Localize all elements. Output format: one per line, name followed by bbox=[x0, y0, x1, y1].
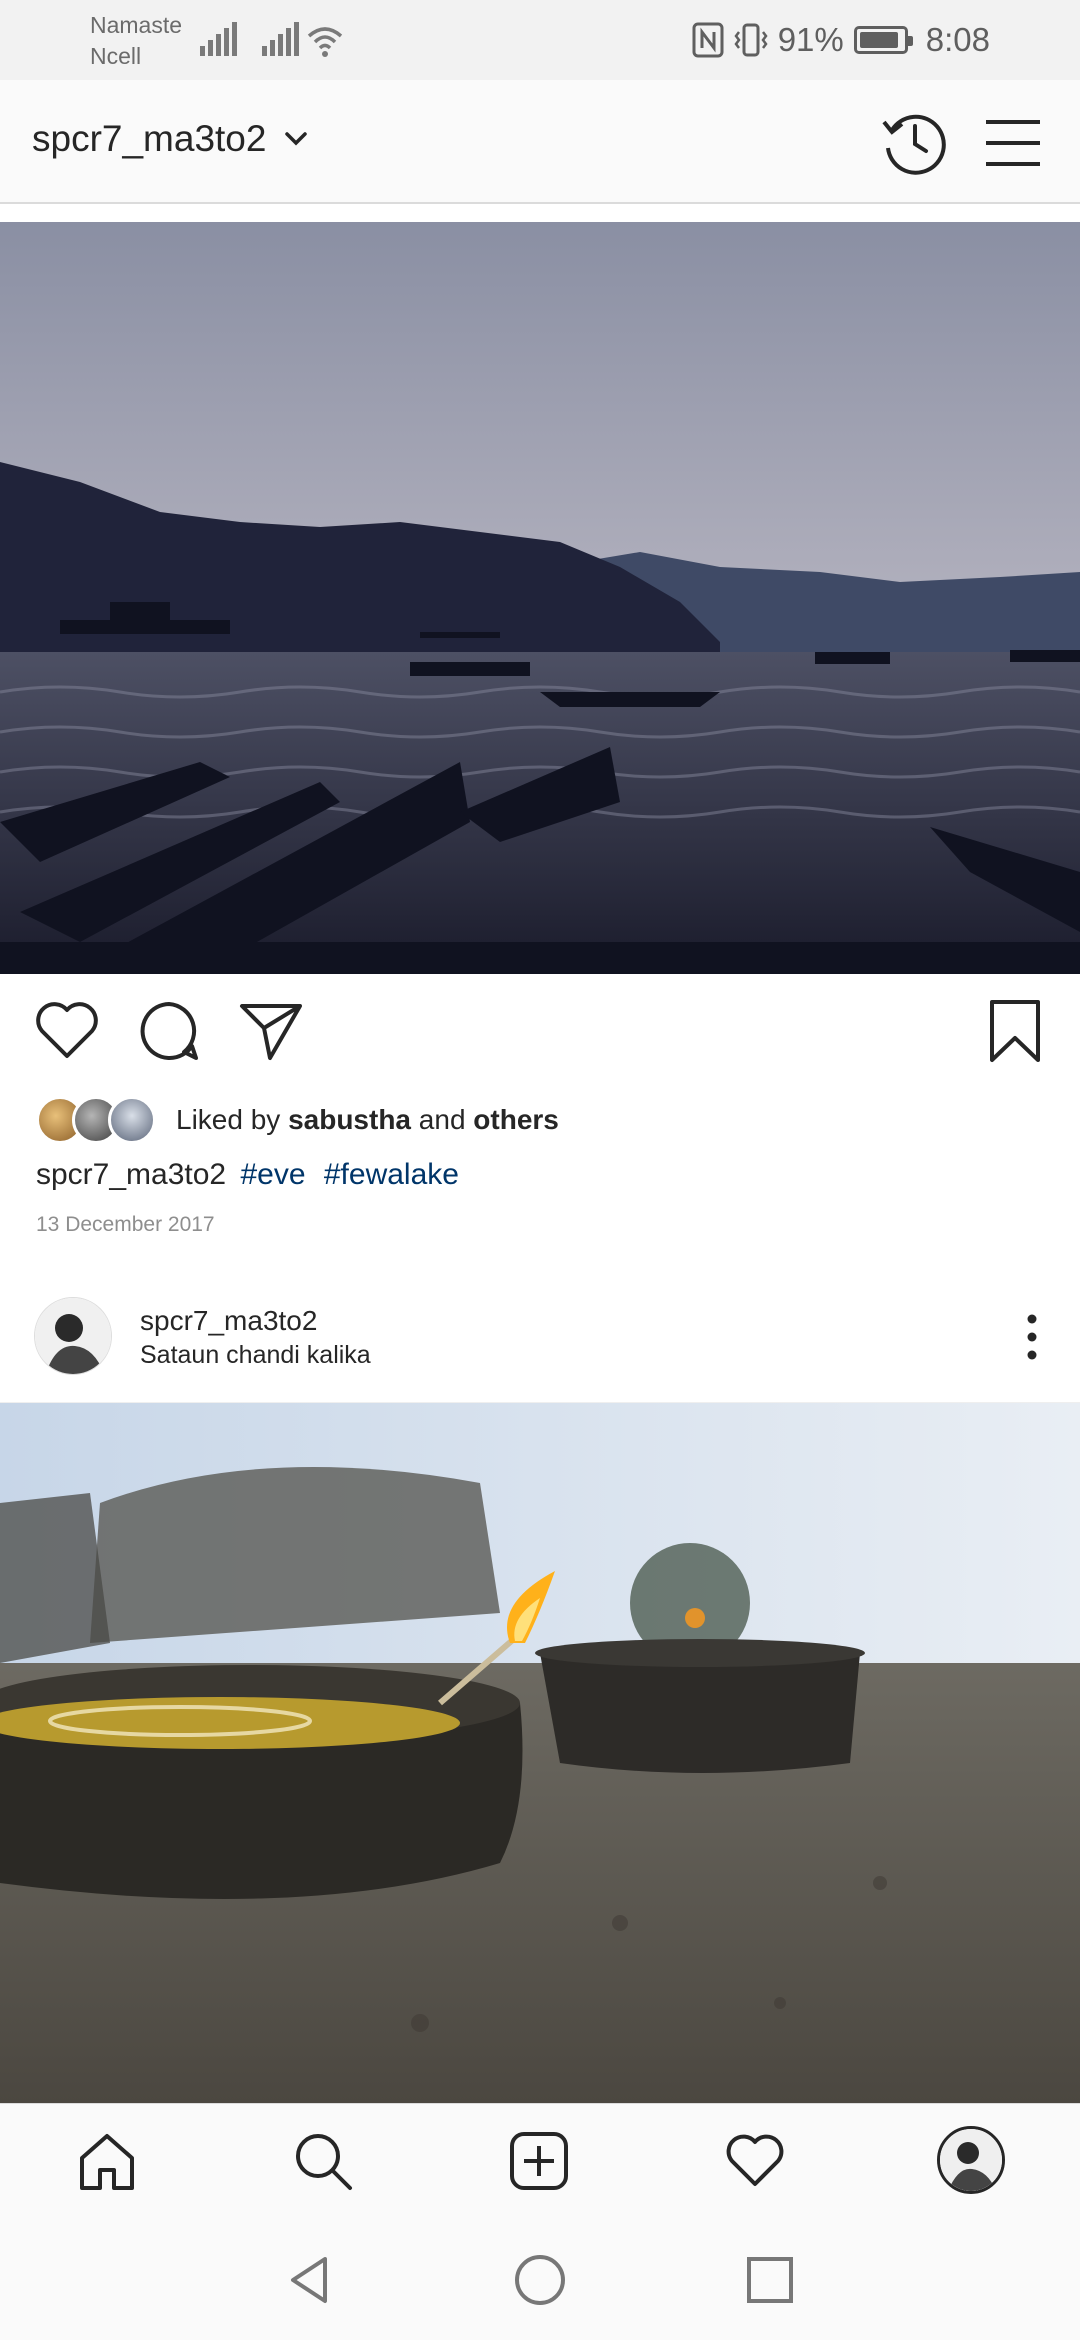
bookmark-icon[interactable] bbox=[980, 996, 1050, 1066]
carrier-name: Namaste bbox=[90, 12, 183, 38]
likes-row[interactable]: Liked by sabustha and others bbox=[36, 1092, 559, 1148]
heart-icon[interactable] bbox=[32, 996, 102, 1066]
post-username[interactable]: spcr7_ma3to2 bbox=[140, 1305, 317, 1337]
hashtag-link[interactable]: #eve bbox=[240, 1158, 305, 1191]
liked-by-user-link[interactable]: sabustha bbox=[288, 1104, 411, 1135]
hashtag-link[interactable]: #fewalake bbox=[324, 1158, 459, 1191]
system-navigation bbox=[0, 2213, 1080, 2340]
signal-icon bbox=[262, 22, 299, 56]
battery-fill bbox=[859, 32, 898, 48]
post-location[interactable]: Sataun chandi kalika bbox=[140, 1341, 371, 1370]
post-header: spcr7_ma3to2 Sataun chandi kalika bbox=[0, 1290, 1080, 1403]
back-icon[interactable] bbox=[283, 2253, 337, 2307]
post-date: 13 December 2017 bbox=[36, 1213, 215, 1236]
recents-icon[interactable] bbox=[743, 2253, 797, 2307]
bottom-navigation bbox=[0, 2103, 1080, 2213]
clock: 8:08 bbox=[925, 21, 990, 58]
carrier-label: Namaste Ncell bbox=[90, 10, 182, 72]
wifi-icon bbox=[307, 27, 343, 57]
liked-by-and: and bbox=[418, 1104, 466, 1135]
liked-by-others-link[interactable]: others bbox=[473, 1104, 559, 1135]
comment-icon[interactable] bbox=[134, 996, 204, 1066]
home-icon[interactable] bbox=[74, 2128, 140, 2194]
signal-icon bbox=[200, 22, 237, 56]
search-icon[interactable] bbox=[290, 2128, 356, 2194]
nfc-icon bbox=[692, 22, 724, 58]
battery-icon bbox=[853, 26, 913, 54]
post-image-lamp[interactable] bbox=[0, 1403, 1080, 2103]
post-image-lake[interactable] bbox=[0, 222, 1080, 974]
header-username: spcr7_ma3to2 bbox=[32, 118, 267, 159]
carrier-network: Ncell bbox=[90, 43, 142, 69]
caption-username[interactable]: spcr7_ma3to2 bbox=[36, 1158, 226, 1191]
more-options-icon[interactable] bbox=[1024, 1312, 1040, 1362]
archive-history-icon[interactable] bbox=[880, 108, 950, 178]
liker-avatars bbox=[36, 1096, 156, 1144]
activity-heart-icon[interactable] bbox=[722, 2128, 788, 2194]
hamburger-menu-icon[interactable] bbox=[978, 108, 1048, 178]
home-circle-icon[interactable] bbox=[513, 2253, 567, 2307]
status-right: 91% 8:08 bbox=[692, 18, 990, 62]
status-bar: Namaste Ncell 91% 8:08 bbox=[0, 0, 1080, 80]
profile-header: spcr7_ma3to2 bbox=[0, 80, 1080, 204]
avatar bbox=[108, 1096, 156, 1144]
post-caption: spcr7_ma3to2 #eve #fewalake bbox=[36, 1158, 459, 1192]
liked-by-text: Liked by sabustha and others bbox=[176, 1104, 559, 1136]
share-icon[interactable] bbox=[236, 996, 306, 1066]
account-switcher[interactable]: spcr7_ma3to2 bbox=[32, 118, 308, 160]
profile-avatar[interactable] bbox=[937, 2126, 1005, 2194]
battery-percent: 91% bbox=[777, 21, 844, 58]
avatar[interactable] bbox=[34, 1297, 112, 1375]
add-post-icon[interactable] bbox=[506, 2128, 572, 2194]
liked-by-prefix: Liked by bbox=[176, 1104, 281, 1135]
vibrate-icon bbox=[734, 23, 768, 57]
chevron-down-icon bbox=[285, 132, 308, 146]
